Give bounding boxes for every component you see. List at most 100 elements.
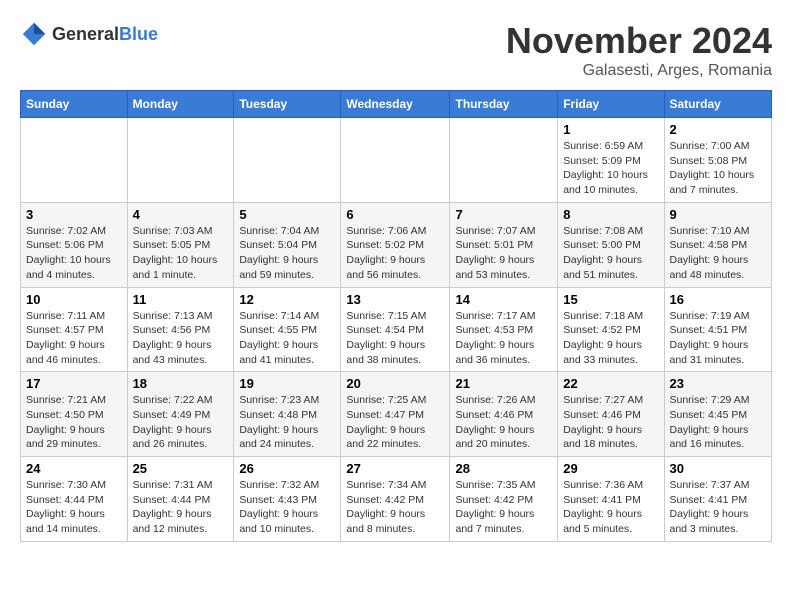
day-number: 9 (670, 207, 767, 222)
day-number: 23 (670, 376, 767, 391)
calendar-cell: 3 Sunrise: 7:02 AM Sunset: 5:06 PM Daylig… (21, 202, 128, 287)
week-row-3: 17 Sunrise: 7:21 AM Sunset: 4:50 PM Dayli… (21, 372, 772, 457)
day-detail: Sunrise: 7:17 AM Sunset: 4:53 PM Dayligh… (455, 309, 552, 368)
week-row-4: 24 Sunrise: 7:30 AM Sunset: 4:44 PM Dayli… (21, 457, 772, 542)
calendar-cell (341, 118, 450, 203)
weekday-header-monday: Monday (127, 91, 234, 118)
day-detail: Sunrise: 7:32 AM Sunset: 4:43 PM Dayligh… (239, 478, 335, 537)
day-detail: Sunrise: 7:13 AM Sunset: 4:56 PM Dayligh… (133, 309, 229, 368)
calendar-cell: 20 Sunrise: 7:25 AM Sunset: 4:47 PM Dayli… (341, 372, 450, 457)
month-title: November 2024 (506, 20, 772, 62)
calendar-cell (127, 118, 234, 203)
calendar-cell: 13 Sunrise: 7:15 AM Sunset: 4:54 PM Dayli… (341, 287, 450, 372)
header: GeneralBlue November 2024 Galasesti, Arg… (20, 20, 772, 80)
day-detail: Sunrise: 7:23 AM Sunset: 4:48 PM Dayligh… (239, 393, 335, 452)
day-detail: Sunrise: 7:22 AM Sunset: 4:49 PM Dayligh… (133, 393, 229, 452)
day-number: 1 (563, 122, 658, 137)
calendar-cell: 28 Sunrise: 7:35 AM Sunset: 4:42 PM Dayli… (450, 457, 558, 542)
day-number: 11 (133, 292, 229, 307)
weekday-header-row: SundayMondayTuesdayWednesdayThursdayFrid… (21, 91, 772, 118)
day-number: 27 (346, 461, 444, 476)
calendar-cell: 12 Sunrise: 7:14 AM Sunset: 4:55 PM Dayli… (234, 287, 341, 372)
day-number: 18 (133, 376, 229, 391)
weekday-header-saturday: Saturday (664, 91, 772, 118)
day-detail: Sunrise: 7:11 AM Sunset: 4:57 PM Dayligh… (26, 309, 122, 368)
day-number: 16 (670, 292, 767, 307)
day-detail: Sunrise: 7:02 AM Sunset: 5:06 PM Dayligh… (26, 224, 122, 283)
day-number: 20 (346, 376, 444, 391)
calendar-cell: 1 Sunrise: 6:59 AM Sunset: 5:09 PM Daylig… (558, 118, 664, 203)
logo-text-general: General (52, 24, 119, 44)
day-detail: Sunrise: 7:18 AM Sunset: 4:52 PM Dayligh… (563, 309, 658, 368)
day-number: 24 (26, 461, 122, 476)
calendar-cell: 17 Sunrise: 7:21 AM Sunset: 4:50 PM Dayli… (21, 372, 128, 457)
weekday-header-sunday: Sunday (21, 91, 128, 118)
day-number: 17 (26, 376, 122, 391)
day-number: 4 (133, 207, 229, 222)
weekday-header-wednesday: Wednesday (341, 91, 450, 118)
title-section: November 2024 Galasesti, Arges, Romania (506, 20, 772, 80)
day-detail: Sunrise: 7:04 AM Sunset: 5:04 PM Dayligh… (239, 224, 335, 283)
day-detail: Sunrise: 7:00 AM Sunset: 5:08 PM Dayligh… (670, 139, 767, 198)
day-number: 6 (346, 207, 444, 222)
day-detail: Sunrise: 6:59 AM Sunset: 5:09 PM Dayligh… (563, 139, 658, 198)
calendar-cell: 25 Sunrise: 7:31 AM Sunset: 4:44 PM Dayli… (127, 457, 234, 542)
week-row-2: 10 Sunrise: 7:11 AM Sunset: 4:57 PM Dayli… (21, 287, 772, 372)
day-detail: Sunrise: 7:21 AM Sunset: 4:50 PM Dayligh… (26, 393, 122, 452)
week-row-1: 3 Sunrise: 7:02 AM Sunset: 5:06 PM Daylig… (21, 202, 772, 287)
day-number: 28 (455, 461, 552, 476)
logo-icon (20, 20, 48, 48)
day-number: 10 (26, 292, 122, 307)
calendar-cell: 30Sunrise: 7:37 AM Sunset: 4:41 PM Dayli… (664, 457, 772, 542)
calendar-cell: 8 Sunrise: 7:08 AM Sunset: 5:00 PM Daylig… (558, 202, 664, 287)
day-detail: Sunrise: 7:29 AM Sunset: 4:45 PM Dayligh… (670, 393, 767, 452)
day-detail: Sunrise: 7:35 AM Sunset: 4:42 PM Dayligh… (455, 478, 552, 537)
day-number: 13 (346, 292, 444, 307)
calendar-cell: 19 Sunrise: 7:23 AM Sunset: 4:48 PM Dayli… (234, 372, 341, 457)
day-number: 12 (239, 292, 335, 307)
calendar-cell: 7Sunrise: 7:07 AM Sunset: 5:01 PM Daylig… (450, 202, 558, 287)
day-number: 26 (239, 461, 335, 476)
day-number: 22 (563, 376, 658, 391)
calendar-cell: 14Sunrise: 7:17 AM Sunset: 4:53 PM Dayli… (450, 287, 558, 372)
calendar-cell: 15 Sunrise: 7:18 AM Sunset: 4:52 PM Dayli… (558, 287, 664, 372)
calendar-cell: 5 Sunrise: 7:04 AM Sunset: 5:04 PM Daylig… (234, 202, 341, 287)
calendar-cell: 23 Sunrise: 7:29 AM Sunset: 4:45 PM Dayli… (664, 372, 772, 457)
day-detail: Sunrise: 7:30 AM Sunset: 4:44 PM Dayligh… (26, 478, 122, 537)
calendar-cell (21, 118, 128, 203)
day-detail: Sunrise: 7:19 AM Sunset: 4:51 PM Dayligh… (670, 309, 767, 368)
weekday-header-friday: Friday (558, 91, 664, 118)
calendar-table: SundayMondayTuesdayWednesdayThursdayFrid… (20, 90, 772, 542)
day-detail: Sunrise: 7:26 AM Sunset: 4:46 PM Dayligh… (455, 393, 552, 452)
day-detail: Sunrise: 7:36 AM Sunset: 4:41 PM Dayligh… (563, 478, 658, 537)
calendar-cell: 27Sunrise: 7:34 AM Sunset: 4:42 PM Dayli… (341, 457, 450, 542)
calendar-cell: 26 Sunrise: 7:32 AM Sunset: 4:43 PM Dayli… (234, 457, 341, 542)
day-detail: Sunrise: 7:14 AM Sunset: 4:55 PM Dayligh… (239, 309, 335, 368)
weekday-header-thursday: Thursday (450, 91, 558, 118)
calendar-cell: 22Sunrise: 7:27 AM Sunset: 4:46 PM Dayli… (558, 372, 664, 457)
logo: GeneralBlue (20, 20, 158, 48)
day-number: 8 (563, 207, 658, 222)
day-number: 19 (239, 376, 335, 391)
weekday-header-tuesday: Tuesday (234, 91, 341, 118)
day-number: 3 (26, 207, 122, 222)
day-detail: Sunrise: 7:25 AM Sunset: 4:47 PM Dayligh… (346, 393, 444, 452)
day-detail: Sunrise: 7:15 AM Sunset: 4:54 PM Dayligh… (346, 309, 444, 368)
day-number: 25 (133, 461, 229, 476)
logo-text-blue: Blue (119, 24, 158, 44)
day-number: 5 (239, 207, 335, 222)
day-detail: Sunrise: 7:08 AM Sunset: 5:00 PM Dayligh… (563, 224, 658, 283)
day-detail: Sunrise: 7:37 AM Sunset: 4:41 PM Dayligh… (670, 478, 767, 537)
day-number: 15 (563, 292, 658, 307)
day-number: 2 (670, 122, 767, 137)
day-detail: Sunrise: 7:31 AM Sunset: 4:44 PM Dayligh… (133, 478, 229, 537)
day-number: 29 (563, 461, 658, 476)
calendar-cell: 29 Sunrise: 7:36 AM Sunset: 4:41 PM Dayli… (558, 457, 664, 542)
calendar-cell: 18 Sunrise: 7:22 AM Sunset: 4:49 PM Dayli… (127, 372, 234, 457)
day-number: 21 (455, 376, 552, 391)
day-number: 7 (455, 207, 552, 222)
calendar-cell: 2 Sunrise: 7:00 AM Sunset: 5:08 PM Daylig… (664, 118, 772, 203)
calendar-cell (234, 118, 341, 203)
location-title: Galasesti, Arges, Romania (506, 62, 772, 80)
day-detail: Sunrise: 7:06 AM Sunset: 5:02 PM Dayligh… (346, 224, 444, 283)
